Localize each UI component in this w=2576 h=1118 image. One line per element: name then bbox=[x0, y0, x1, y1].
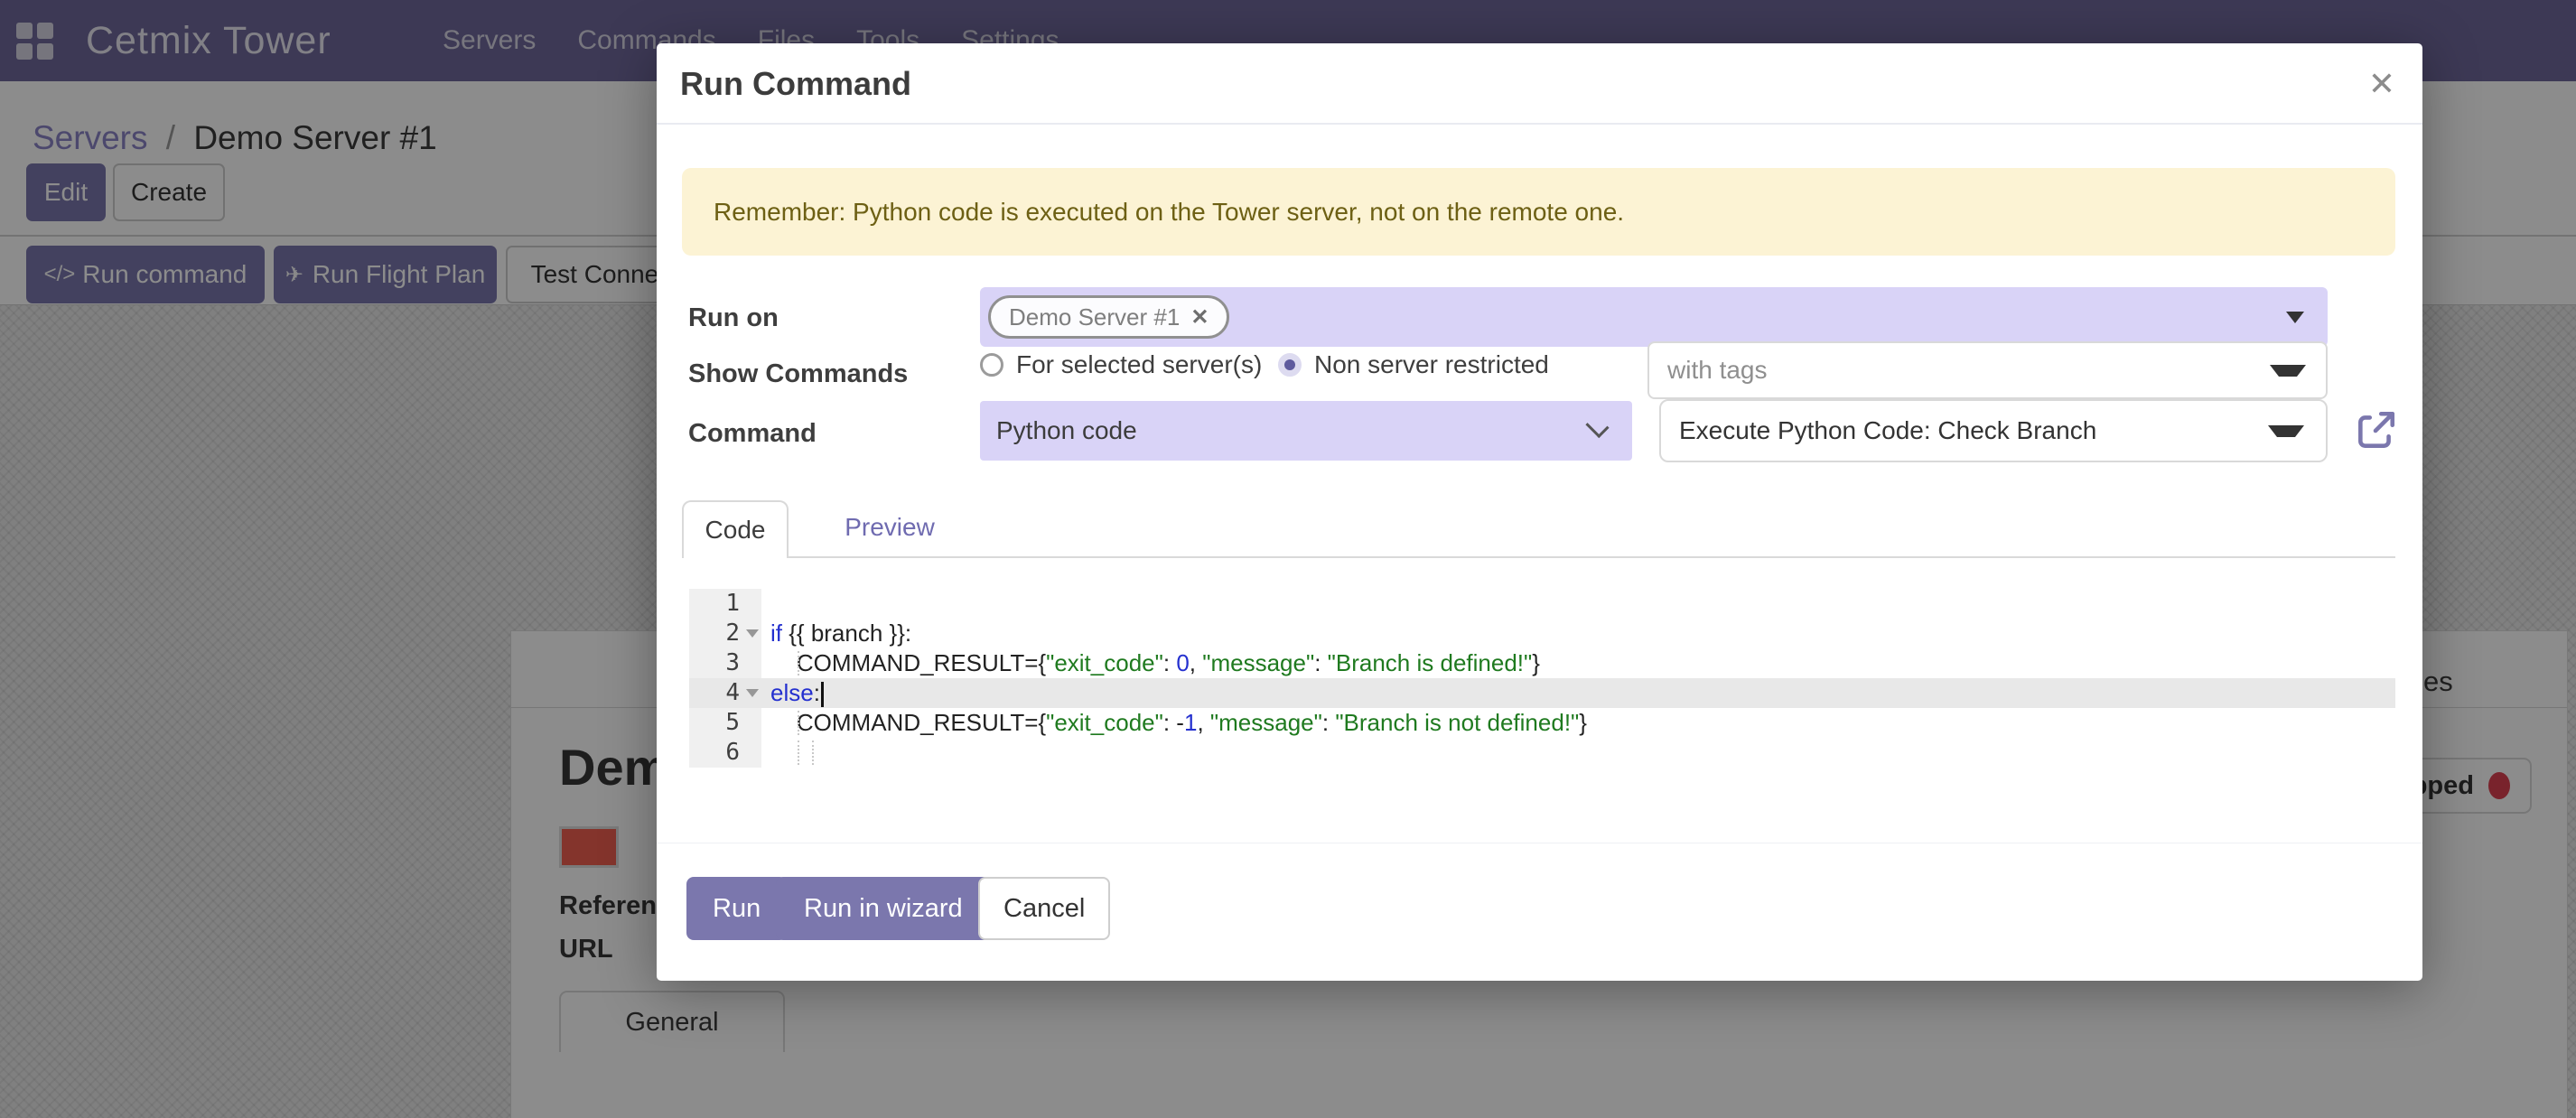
line-number: 1 bbox=[689, 589, 761, 619]
editor-gutter: 3 bbox=[689, 648, 761, 678]
editor-gutter: 1 bbox=[689, 589, 761, 619]
screen: Cetmix Tower ServersCommandsFilesToolsSe… bbox=[0, 0, 2576, 1118]
server-tag-pill[interactable]: Demo Server #1 ✕ bbox=[988, 295, 1229, 339]
with-tags-placeholder: with tags bbox=[1649, 343, 2326, 397]
indent-guide bbox=[798, 741, 799, 765]
close-icon[interactable]: ✕ bbox=[2368, 43, 2395, 125]
editor-line[interactable]: 2if {{ branch }}: bbox=[689, 619, 2395, 648]
radio-for-selected-server-s[interactable]: For selected server(s) bbox=[980, 350, 1262, 379]
fold-caret-icon[interactable] bbox=[746, 629, 759, 638]
line-number: 3 bbox=[689, 648, 761, 678]
chevron-down-icon bbox=[2270, 365, 2306, 377]
code-token: "message" bbox=[1202, 649, 1314, 676]
tag-remove-icon[interactable]: ✕ bbox=[1190, 304, 1209, 331]
line-number: 5 bbox=[689, 708, 761, 738]
code-token: if bbox=[770, 620, 782, 647]
editor-gutter: 2 bbox=[689, 619, 761, 648]
code-token: : bbox=[1163, 649, 1176, 676]
indent-guide bbox=[798, 651, 799, 675]
code-token: COMMAND_RESULT={ bbox=[770, 709, 1046, 736]
warning-banner: Remember: Python code is executed on the… bbox=[682, 168, 2395, 256]
external-link-icon[interactable] bbox=[2353, 408, 2398, 453]
code-line-content: if {{ branch }}: bbox=[761, 619, 2395, 648]
cancel-button[interactable]: Cancel bbox=[978, 877, 1110, 940]
warning-text: Remember: Python code is executed on the… bbox=[682, 168, 2395, 256]
tab-code[interactable]: Code bbox=[682, 500, 789, 558]
code-token: else bbox=[770, 679, 814, 706]
code-token: "Branch is defined!" bbox=[1328, 649, 1533, 676]
radio-non-server-restricted[interactable]: Non server restricted bbox=[1278, 350, 1549, 379]
run-in-wizard-button[interactable]: Run in wizard bbox=[776, 877, 991, 940]
code-token: "Branch is not defined!" bbox=[1335, 709, 1579, 736]
code-token: : - bbox=[1163, 709, 1184, 736]
run-button[interactable]: Run bbox=[686, 877, 787, 940]
code-editor[interactable]: 12if {{ branch }}:3 COMMAND_RESULT={"exi… bbox=[689, 589, 2395, 768]
radio-unchecked-icon[interactable] bbox=[980, 353, 1003, 377]
indent-guide bbox=[812, 741, 814, 765]
code-token: "exit_code" bbox=[1046, 709, 1163, 736]
code-token: } bbox=[1532, 649, 1540, 676]
code-token: : bbox=[1314, 649, 1327, 676]
code-line-content: else: bbox=[761, 678, 2395, 708]
code-token: 0 bbox=[1176, 649, 1189, 676]
fold-caret-icon[interactable] bbox=[746, 689, 759, 697]
show-commands-label: Show Commands bbox=[688, 359, 908, 389]
editor-line[interactable]: 3 COMMAND_RESULT={"exit_code": 0, "messa… bbox=[689, 648, 2395, 678]
indent-guide bbox=[798, 711, 799, 735]
editor-line[interactable]: 1 bbox=[689, 589, 2395, 619]
text-cursor bbox=[821, 682, 824, 707]
tab-preview[interactable]: Preview bbox=[817, 500, 962, 554]
code-token: , bbox=[1190, 649, 1202, 676]
code-token: 1 bbox=[1184, 709, 1197, 736]
command-label: Command bbox=[688, 419, 817, 449]
editor-line[interactable]: 5 COMMAND_RESULT={"exit_code": -1, "mess… bbox=[689, 708, 2395, 738]
code-line-content: COMMAND_RESULT={"exit_code": -1, "messag… bbox=[761, 708, 2395, 738]
line-number: 6 bbox=[689, 738, 761, 768]
editor-gutter: 4 bbox=[689, 678, 761, 708]
code-token: "exit_code" bbox=[1046, 649, 1163, 676]
tab-bar-line bbox=[682, 556, 2395, 558]
radio-label: Non server restricted bbox=[1314, 350, 1549, 379]
chevron-down-icon bbox=[2268, 425, 2304, 437]
code-token: : bbox=[814, 679, 820, 706]
run-command-modal: Run Command ✕ Remember: Python code is e… bbox=[657, 43, 2422, 981]
code-token: "message" bbox=[1210, 709, 1322, 736]
command-type-select[interactable]: Python code bbox=[980, 401, 1632, 461]
modal-header: Run Command ✕ bbox=[657, 43, 2422, 125]
radio-label: For selected server(s) bbox=[1016, 350, 1262, 379]
editor-line[interactable]: 6 bbox=[689, 738, 2395, 768]
code-line-content bbox=[761, 589, 2395, 619]
code-token: COMMAND_RESULT={ bbox=[770, 649, 1046, 676]
run-on-label: Run on bbox=[688, 303, 779, 333]
editor-gutter: 6 bbox=[689, 738, 761, 768]
code-token: } bbox=[1579, 709, 1587, 736]
command-name-select[interactable]: Execute Python Code: Check Branch bbox=[1659, 399, 2328, 462]
run-on-select[interactable]: Demo Server #1 ✕ bbox=[980, 287, 2328, 347]
with-tags-select[interactable]: with tags bbox=[1647, 341, 2328, 399]
editor-line[interactable]: 4else: bbox=[689, 678, 2395, 708]
chevron-down-icon bbox=[2286, 312, 2304, 323]
code-line-content bbox=[761, 738, 2395, 768]
code-token: , bbox=[1197, 709, 1209, 736]
code-token: {{ branch }}: bbox=[782, 620, 911, 647]
modal-title: Run Command bbox=[680, 43, 911, 125]
code-line-content: COMMAND_RESULT={"exit_code": 0, "message… bbox=[761, 648, 2395, 678]
editor-gutter: 5 bbox=[689, 708, 761, 738]
radio-checked-icon[interactable] bbox=[1278, 353, 1302, 377]
code-token: : bbox=[1322, 709, 1335, 736]
